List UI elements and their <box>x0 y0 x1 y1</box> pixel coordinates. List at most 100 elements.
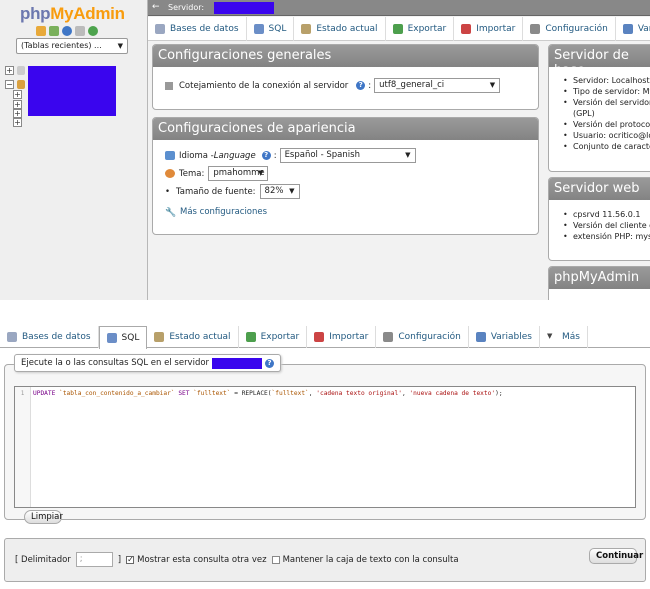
tab-label: Bases de datos <box>22 332 91 342</box>
language-select[interactable]: Español - Spanish ▼ <box>279 148 416 163</box>
info-item: Versión del cliente de <box>563 220 650 231</box>
info-item: Versión del protocolo <box>563 119 650 130</box>
caret-down-icon: ▼ <box>546 332 553 340</box>
screenshot-gap <box>0 300 650 326</box>
collation-row: Cotejamiento de la conexión al servidor … <box>165 78 501 93</box>
web-server-title: Servidor web <box>549 178 650 200</box>
server-label[interactable]: Servidor: <box>168 3 204 12</box>
theme-select[interactable]: pmahomme ▼ <box>208 166 269 181</box>
variables-icon <box>475 332 486 342</box>
bottom-tab-importar[interactable]: Importar <box>307 326 377 348</box>
delimiter-bracket: ] <box>117 554 122 565</box>
more-settings-link[interactable]: Más configuraciones <box>180 207 267 217</box>
top-tab-bases-de-datos[interactable]: Bases de datos <box>148 17 247 41</box>
database-server-info-list: Servidor: Localhost vTipo de servidor: M… <box>563 75 650 152</box>
bottom-tab-bases-de-datos[interactable]: Bases de datos <box>0 326 99 348</box>
help-icon[interactable] <box>62 26 72 36</box>
main-content-top: ← Servidor: Bases de datos SQL Estado actu… <box>148 0 650 300</box>
theme-row: Tema: pmahomme ▼ <box>165 166 269 181</box>
reload-icon[interactable] <box>88 26 98 36</box>
tab-label: Variables <box>490 332 532 342</box>
keep-box-label: Mantener la caja de texto con la consult… <box>282 554 459 565</box>
help-icon[interactable]: ? <box>261 151 271 160</box>
tab-label: Importar <box>329 332 369 342</box>
tab-label: SQL <box>268 24 287 34</box>
sql-code-line[interactable]: UPDATE `tabla_con_contenido_a_cambiar` S… <box>33 390 503 397</box>
wrench-icon <box>383 332 394 342</box>
phpmyadmin-info-panel: phpMyAdmin <box>548 266 650 300</box>
web-server-panel: Servidor web cpsrvd 11.56.0.1Versión del… <box>548 177 650 261</box>
wrench-icon <box>530 24 541 34</box>
collation-icon <box>165 81 173 90</box>
top-menu-bar: Bases de datos SQL Estado actual Exportar Im… <box>148 17 650 41</box>
top-tab-sql[interactable]: SQL <box>247 17 295 41</box>
delimiter-input[interactable]: ; <box>75 552 113 567</box>
export-icon <box>392 24 403 34</box>
phpmyadmin-info-title: phpMyAdmin <box>549 267 650 289</box>
show-query-checkbox[interactable]: ✓ <box>126 555 135 564</box>
appearance-settings-panel: Configuraciones de apariencia Idioma - L… <box>152 117 539 235</box>
clear-button[interactable]: Limpiar <box>24 510 63 524</box>
sql-query-legend-text: Ejecute la o las consultas SQL en el ser… <box>21 358 210 368</box>
top-tab-exportar[interactable]: Exportar <box>386 17 455 41</box>
redacted-database-list <box>28 66 116 116</box>
bottom-tab-configuración[interactable]: Configuración <box>376 326 469 348</box>
continue-button[interactable]: Continuar <box>589 548 643 564</box>
exit-icon[interactable] <box>49 26 59 36</box>
language-label: Idioma - <box>179 150 214 161</box>
help-icon[interactable]: ? <box>356 81 366 90</box>
language-row: Idioma - Language ?: Español - Spanish ▼ <box>165 148 416 163</box>
language-label-italic: Language <box>213 150 256 161</box>
top-tab-importar[interactable]: Importar <box>454 17 524 41</box>
sql-editor[interactable]: 1 UPDATE `tabla_con_contenido_a_cambiar`… <box>14 386 636 508</box>
recent-tables-select[interactable]: (Tablas recientes) ... ▼ <box>16 38 128 54</box>
fontsize-row: • Tamaño de fuente: 82% ▼ <box>165 184 300 199</box>
home-icon[interactable] <box>36 26 46 36</box>
tab-label: Exportar <box>260 332 300 342</box>
database-icon <box>17 66 25 75</box>
info-item: (GPL) <box>573 109 595 118</box>
top-tab-variables[interactable]: Variables <box>616 17 650 41</box>
status-icon <box>154 332 165 342</box>
expand-icon[interactable]: + <box>13 90 22 99</box>
expand-icon[interactable]: + <box>13 100 22 109</box>
delimiter-row: [ Delimitador ; ] ✓ Mostrar esta consult… <box>15 552 459 567</box>
top-tab-configuración[interactable]: Configuración <box>523 17 616 41</box>
tab-label: Variables <box>637 24 650 34</box>
collapse-icon[interactable]: − <box>5 80 14 89</box>
keep-box-checkbox[interactable] <box>271 555 280 564</box>
bottom-tab-variables[interactable]: Variables <box>469 326 540 348</box>
navigation-panel: phpMyAdmin (Tablas recientes) ... ▼ + − +… <box>0 0 148 300</box>
bottom-screenshot: Bases de datos SQL Estado actual Exportar Im… <box>0 326 650 589</box>
import-icon <box>461 24 472 34</box>
help-icon[interactable]: ? <box>265 358 275 368</box>
back-arrow-icon[interactable]: ← <box>152 2 160 12</box>
phpmyadmin-logo[interactable]: phpMyAdmin <box>20 4 125 24</box>
tab-label: Configuración <box>398 332 461 342</box>
fontsize-select[interactable]: 82% ▼ <box>259 184 300 199</box>
sql-operator: = <box>234 390 238 397</box>
line-number: 1 <box>20 390 25 397</box>
expand-icon[interactable]: + <box>13 118 22 127</box>
sql-column: `fulltext` <box>271 390 309 397</box>
top-tab-estado-actual[interactable]: Estado actual <box>294 17 386 41</box>
sql-column: `fulltext` <box>193 390 231 397</box>
bottom-tab-estado-actual[interactable]: Estado actual <box>147 326 239 348</box>
sql-comma: , <box>401 390 406 397</box>
expand-icon[interactable]: + <box>5 66 14 75</box>
tab-label: Importar <box>476 24 516 34</box>
language-icon <box>165 151 175 160</box>
bottom-tab-exportar[interactable]: Exportar <box>239 326 308 348</box>
tab-label: Bases de datos <box>170 24 239 34</box>
info-item: Servidor: Localhost v <box>563 75 650 86</box>
general-settings-title: Configuraciones generales <box>153 45 538 67</box>
info-item: cpsrvd 11.56.0.1 <box>563 209 650 220</box>
bottom-tab-sql[interactable]: SQL <box>98 326 148 349</box>
docs-icon[interactable] <box>75 26 85 36</box>
sql-options-footer: [ Delimitador ; ] ✓ Mostrar esta consult… <box>4 538 646 582</box>
nav-icon-bar <box>36 26 98 36</box>
bottom-tab-más[interactable]: ▼ Más <box>540 326 588 348</box>
database-icon <box>7 332 17 342</box>
collation-select[interactable]: utf8_general_ci ▼ <box>374 78 501 93</box>
expand-icon[interactable]: + <box>13 109 22 118</box>
